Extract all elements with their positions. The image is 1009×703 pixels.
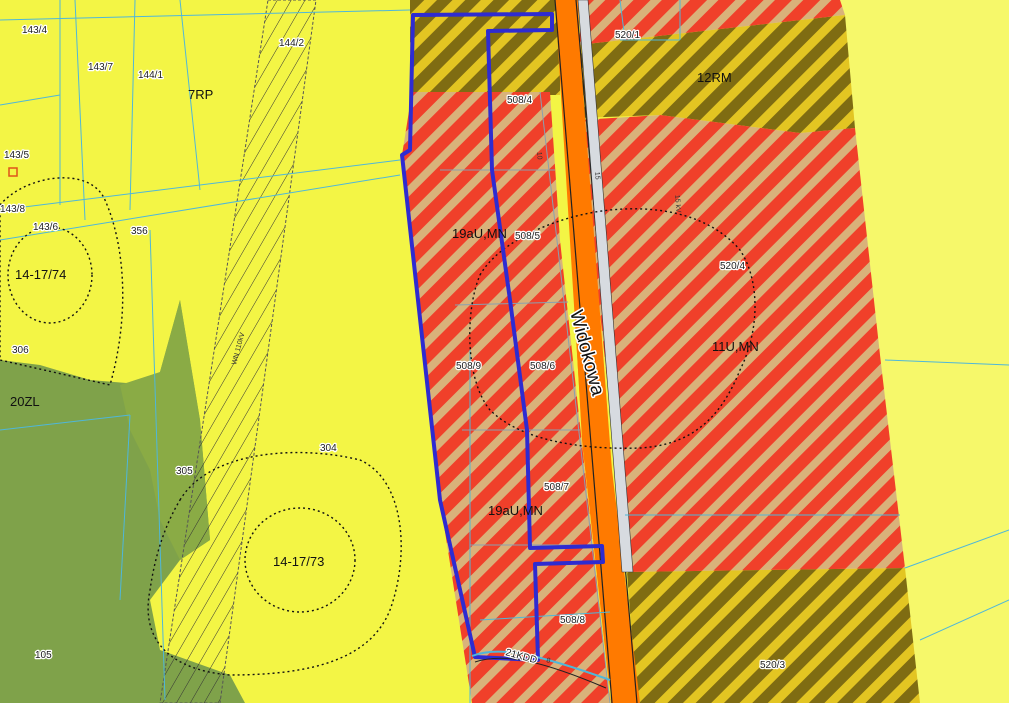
parcel-144-2: 144/2 [279, 38, 304, 49]
parcel-143-4: 143/4 [22, 25, 47, 36]
parcel-143-8: 143/8 [0, 204, 25, 215]
zone-12rm-bottom [627, 568, 920, 703]
zone-label-12rm: 12RM [697, 70, 732, 85]
parcel-143-5: 143/5 [4, 150, 29, 161]
zone-label-19au-mn-bottom: 19aU,MN [488, 503, 543, 518]
zone-label-11u-mn: 11U,MN [712, 339, 759, 354]
parcel-105: 105 [35, 650, 52, 661]
zone-label-14-17-73: 14-17/73 [273, 554, 324, 569]
parcel-304: 304 [320, 443, 337, 454]
parcel-143-7: 143/7 [88, 62, 113, 73]
parcel-508-9: 508/9 [456, 361, 481, 372]
parcel-508-5: 508/5 [515, 231, 540, 242]
zone-label-20zl: 20ZL [10, 394, 40, 409]
zone-label-19au-mn-top: 19aU,MN [452, 226, 507, 241]
road-width-label-left: 10 [535, 152, 543, 160]
road-width-label-right: 15 [593, 172, 601, 180]
parcel-305: 305 [176, 466, 193, 477]
parcel-508-4: 508/4 [507, 95, 532, 106]
parcel-356: 356 [131, 226, 148, 237]
zone-label-7rp: 7RP [188, 87, 213, 102]
parcel-520-3: 520/3 [760, 660, 785, 671]
parcel-144-1: 144/1 [138, 70, 163, 81]
parcel-143-6: 143/6 [33, 222, 58, 233]
parcel-520-4: 520/4 [720, 261, 745, 272]
zoning-map[interactable]: 7RP 12RM 19aU,MN 19aU,MN 11U,MN 20ZL 14-… [0, 0, 1009, 703]
parcel-520-1: 520/1 [615, 30, 640, 41]
parcel-508-7: 508/7 [544, 482, 569, 493]
parcel-306: 306 [12, 345, 29, 356]
zone-label-14-17-74: 14-17/74 [15, 267, 66, 282]
parcel-508-8: 508/8 [560, 615, 585, 626]
parcel-508-6: 508/6 [530, 361, 555, 372]
